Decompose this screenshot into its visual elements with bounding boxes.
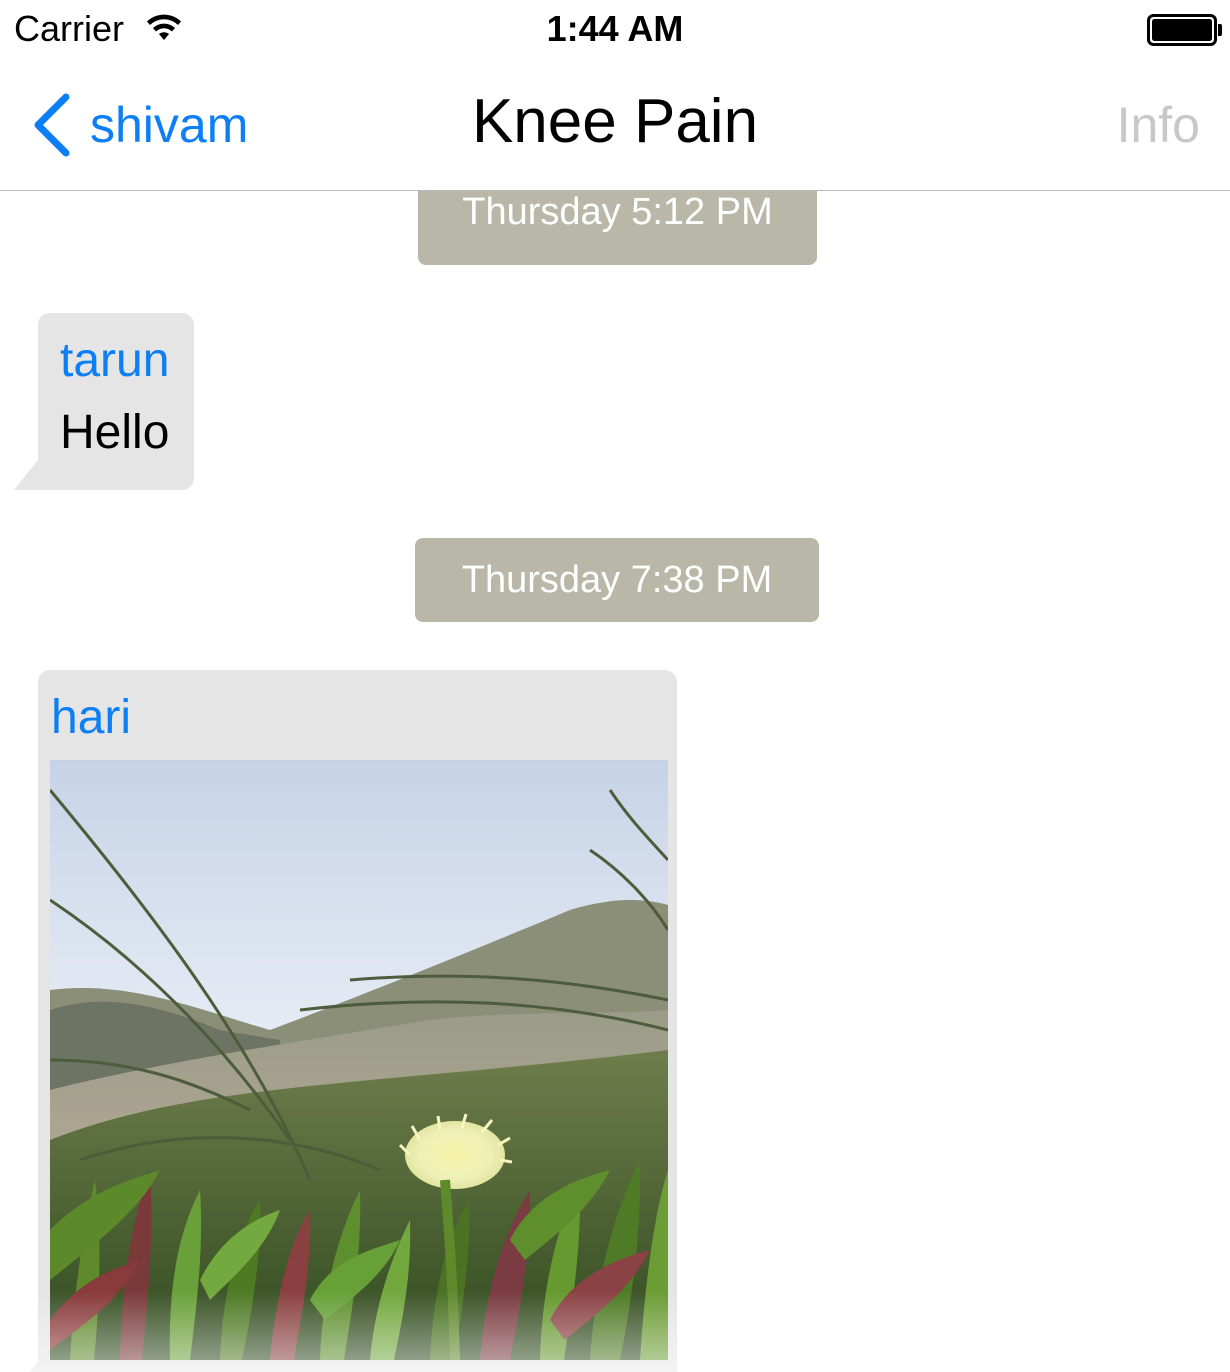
sender-name: hari [51, 691, 132, 744]
status-time: 1:44 AM [546, 8, 684, 49]
navigation-bar: shivam Knee Pain Info [0, 60, 1230, 191]
flower-photo-image [50, 760, 668, 1360]
timestamp-badge: Thursday 7:38 PM [415, 538, 819, 622]
timestamp-badge: Thursday 5:12 PM [418, 191, 817, 265]
message-list[interactable]: Thursday 5:12 PM tarun Hello Thursday 7:… [0, 191, 1230, 1372]
page-title: Knee Pain [471, 87, 759, 156]
message-bubble[interactable]: tarun Hello [38, 313, 194, 490]
message-text: Hello [60, 406, 170, 459]
status-bar: Carrier 1:44 AM [0, 0, 1230, 60]
image-message-bubble[interactable]: hari [38, 670, 677, 1372]
sender-name: tarun [60, 334, 170, 387]
battery-icon [1147, 14, 1222, 46]
message-photo[interactable] [50, 760, 668, 1360]
info-button[interactable]: Info [1117, 96, 1200, 154]
chat-screen: Carrier 1:44 AM shivam Knee Pain Info Th… [0, 0, 1230, 1372]
